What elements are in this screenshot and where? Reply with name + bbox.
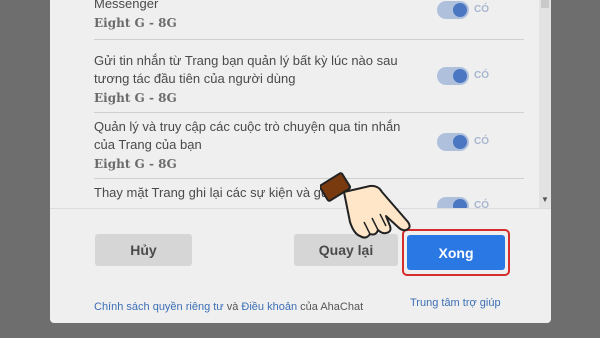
toggle-knob bbox=[453, 69, 467, 83]
scroll-down-icon[interactable]: ▼ bbox=[541, 195, 549, 204]
permission-toggle[interactable] bbox=[437, 197, 469, 208]
permission-toggle[interactable] bbox=[437, 1, 469, 19]
permissions-list[interactable]: Messenger Eight G - 8G CÓ Gửi tin nhắn t… bbox=[50, 0, 551, 208]
terms-link[interactable]: Điều khoản bbox=[241, 301, 297, 313]
scrollbar[interactable]: ▼ bbox=[539, 0, 551, 208]
toggle-label: CÓ bbox=[474, 200, 489, 208]
toggle-label: CÓ bbox=[474, 70, 489, 81]
toggle-label: CÓ bbox=[474, 4, 489, 15]
done-button[interactable]: Xong bbox=[407, 235, 505, 270]
permission-toggle[interactable] bbox=[437, 67, 469, 85]
divider bbox=[50, 208, 551, 209]
permission-page: Eight G - 8G bbox=[94, 157, 177, 171]
legal-and: và bbox=[226, 301, 239, 313]
cancel-button[interactable]: Hủy bbox=[95, 234, 192, 266]
divider bbox=[94, 178, 524, 179]
legal-text: Chính sách quyền riêng tư và Điều khoản … bbox=[94, 301, 363, 313]
permission-item: Thay mặt Trang ghi lại các sự kiện và gử… bbox=[94, 184, 534, 202]
divider bbox=[94, 39, 524, 40]
permission-text: Quản lý và truy cập các cuộc trò chuyện … bbox=[94, 119, 401, 152]
divider bbox=[94, 112, 524, 113]
permission-page: Eight G - 8G bbox=[94, 16, 177, 30]
permission-text: Messenger bbox=[94, 0, 159, 11]
permissions-dialog: Messenger Eight G - 8G CÓ Gửi tin nhắn t… bbox=[50, 0, 551, 323]
permission-text: Gửi tin nhắn từ Trang bạn quản lý bất kỳ… bbox=[94, 53, 398, 86]
help-center-link[interactable]: Trung tâm trợ giúp bbox=[410, 297, 501, 309]
toggle-label: CÓ bbox=[474, 136, 489, 147]
permission-page: Eight G - 8G bbox=[94, 91, 177, 105]
scrollbar-thumb[interactable] bbox=[541, 0, 549, 8]
toggle-knob bbox=[453, 3, 467, 17]
legal-app: của AhaChat bbox=[300, 301, 364, 313]
done-button-highlight: Xong bbox=[402, 229, 510, 276]
toggle-knob bbox=[453, 135, 467, 149]
permission-item: Messenger Eight G - 8G bbox=[94, 0, 534, 40]
privacy-policy-link[interactable]: Chính sách quyền riêng tư bbox=[94, 301, 224, 313]
hand-pointer-icon bbox=[320, 172, 411, 239]
toggle-knob bbox=[453, 199, 467, 208]
permission-toggle[interactable] bbox=[437, 133, 469, 151]
